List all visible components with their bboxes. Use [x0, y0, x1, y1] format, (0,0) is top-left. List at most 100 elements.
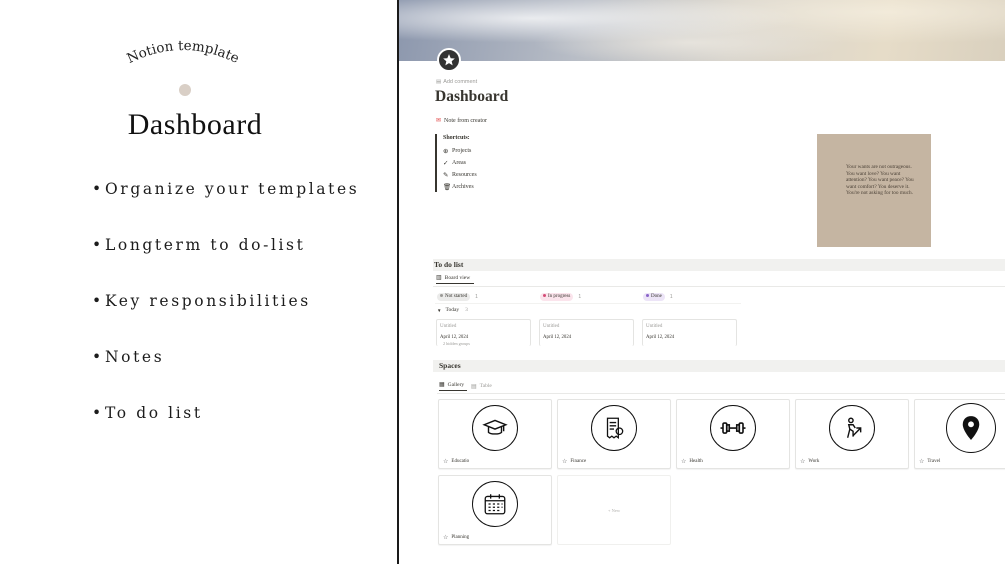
- arc-title: Notion template: [124, 38, 241, 67]
- board-icon: ▥: [436, 275, 442, 281]
- shortcut-resources[interactable]: ✎ Resources: [443, 169, 585, 181]
- card-preview: [677, 400, 789, 456]
- trash-icon: 🗑: [443, 184, 452, 191]
- note-from-creator-toggle[interactable]: ✉ Note from creator: [436, 117, 487, 124]
- space-card-finance[interactable]: ☆ Finance: [557, 399, 671, 469]
- shortcut-archives[interactable]: 🗑 Archives: [443, 181, 585, 193]
- mail-icon: ✉: [436, 118, 442, 124]
- decorative-dot: [179, 84, 191, 96]
- add-comment-button[interactable]: ▤ Add comment: [436, 79, 477, 85]
- compass-icon: ⊕: [443, 148, 449, 155]
- feature-item: To do list: [92, 400, 392, 427]
- space-card-name: ☆ Work: [800, 458, 819, 465]
- page-title: Dashboard: [435, 88, 509, 105]
- shortcut-areas[interactable]: ✓ Areas: [443, 157, 585, 169]
- arc-title-text: Notion template: [124, 38, 241, 67]
- todo-card-title: Untitled: [646, 324, 663, 329]
- star-icon: ☆: [443, 459, 449, 465]
- growth-person-icon: [829, 405, 875, 451]
- status-dot: [543, 294, 546, 298]
- status-dot: [646, 294, 649, 298]
- receipt-icon: [591, 405, 637, 451]
- star-badge-icon[interactable]: [437, 48, 461, 72]
- space-card-label: Travel: [927, 459, 941, 464]
- card-preview: [915, 400, 1005, 456]
- card-preview: [558, 400, 670, 456]
- status-pill: In progress: [540, 293, 574, 301]
- star-icon: ☆: [919, 459, 925, 465]
- status-column-not-started[interactable]: Not started 1: [437, 292, 537, 302]
- star-icon: ☆: [800, 459, 806, 465]
- space-card-name: ☆ Travel: [919, 458, 940, 465]
- card-preview: [796, 400, 908, 456]
- status-count: 1: [475, 294, 478, 300]
- tab-table[interactable]: ▤ Table: [471, 381, 492, 391]
- todo-card-date: April 12, 2024: [543, 335, 572, 340]
- gallery-tab-underline: [437, 393, 1005, 394]
- status-label: Done: [651, 294, 662, 299]
- status-column-done[interactable]: Done 1: [643, 292, 743, 302]
- star-icon: ☆: [562, 459, 568, 465]
- feature-item: Longterm to do-list: [92, 232, 392, 259]
- hidden-groups-link[interactable]: 2 hidden groups: [443, 341, 530, 346]
- todo-section-heading: To do list: [433, 259, 1005, 271]
- tab-gallery[interactable]: ▦ Gallery: [439, 381, 468, 391]
- space-card-name: ☆ Finance: [562, 458, 586, 465]
- group-count: 3: [465, 307, 468, 313]
- new-space-button[interactable]: + New: [557, 475, 671, 545]
- add-comment-label: Add comment: [443, 79, 478, 85]
- check-icon: ✓: [443, 160, 449, 167]
- shortcut-label: Resources: [452, 172, 477, 178]
- spaces-section-heading: Spaces: [433, 360, 1005, 372]
- todo-card[interactable]: Untitled April 12, 2024 2 hidden groups: [436, 319, 531, 346]
- shortcut-label: Areas: [452, 160, 466, 166]
- space-card-label: Health: [689, 459, 703, 464]
- feature-list: Organize your templates Longterm to do-l…: [92, 176, 392, 456]
- svg-text:Notion template: Notion template: [124, 38, 241, 67]
- todo-card-date: April 12, 2024: [646, 335, 675, 340]
- card-preview: [439, 476, 551, 532]
- space-card-travel[interactable]: ☆ Travel: [914, 399, 1005, 469]
- feature-item: Organize your templates: [92, 176, 392, 203]
- new-label: + New: [607, 508, 621, 513]
- space-card-label: Educatio: [451, 459, 470, 464]
- space-card-name: ☆ Health: [681, 458, 703, 465]
- space-card-planning[interactable]: ☆ Planning: [438, 475, 552, 545]
- space-card-health[interactable]: ☆ Health: [676, 399, 790, 469]
- quote-text: Your wants are not outrageous. You want …: [846, 164, 914, 197]
- space-card-work[interactable]: ☆ Work: [795, 399, 909, 469]
- tab-board-view[interactable]: ▥ Board view: [436, 274, 475, 284]
- status-pill: Not started: [437, 293, 471, 301]
- pencil-icon: ✎: [443, 172, 449, 179]
- star-icon: ☆: [681, 459, 687, 465]
- space-card-label: Finance: [570, 459, 587, 464]
- feature-item: Key responsibilities: [92, 288, 392, 315]
- gallery-icon: ▦: [439, 382, 445, 388]
- status-label: Not started: [445, 294, 468, 299]
- table-tab-label: Table: [479, 383, 492, 389]
- note-from-creator-label: Note from creator: [444, 118, 488, 124]
- status-pill: Done: [643, 293, 665, 301]
- shortcut-projects[interactable]: ⊕ Projects: [443, 145, 585, 157]
- shortcut-label: Projects: [452, 148, 472, 154]
- todo-card[interactable]: Untitled April 12, 2024: [642, 319, 737, 346]
- status-dot: [440, 294, 443, 298]
- todo-card-title: Untitled: [440, 324, 457, 329]
- todo-card-date: April 12, 2024: [440, 335, 469, 340]
- space-card-label: Work: [808, 459, 820, 464]
- gallery-tab-label: Gallery: [447, 381, 465, 388]
- group-today[interactable]: ▼ Today 3: [437, 307, 468, 313]
- notion-page: ▤ Add comment Dashboard ✉ Note from creato…: [399, 0, 1005, 564]
- graduation-cap-icon: [472, 405, 518, 451]
- board-header-line: [435, 303, 741, 304]
- space-card-education[interactable]: ☆ Educatio: [438, 399, 552, 469]
- calendar-icon: [472, 481, 518, 527]
- shortcut-label: Archives: [452, 184, 474, 190]
- todo-card[interactable]: Untitled April 12, 2024: [539, 319, 634, 346]
- space-card-name: ☆ Planning: [443, 534, 469, 541]
- triangle-down-icon: ▼: [437, 307, 442, 313]
- shortcuts-callout: Shortcuts: ⊕ Projects ✓ Areas ✎ Resources 🗑…: [435, 134, 585, 192]
- todo-card-title: Untitled: [543, 324, 560, 329]
- status-column-in-progress[interactable]: In progress 1: [540, 292, 640, 302]
- space-card-name: ☆ Educatio: [443, 458, 469, 465]
